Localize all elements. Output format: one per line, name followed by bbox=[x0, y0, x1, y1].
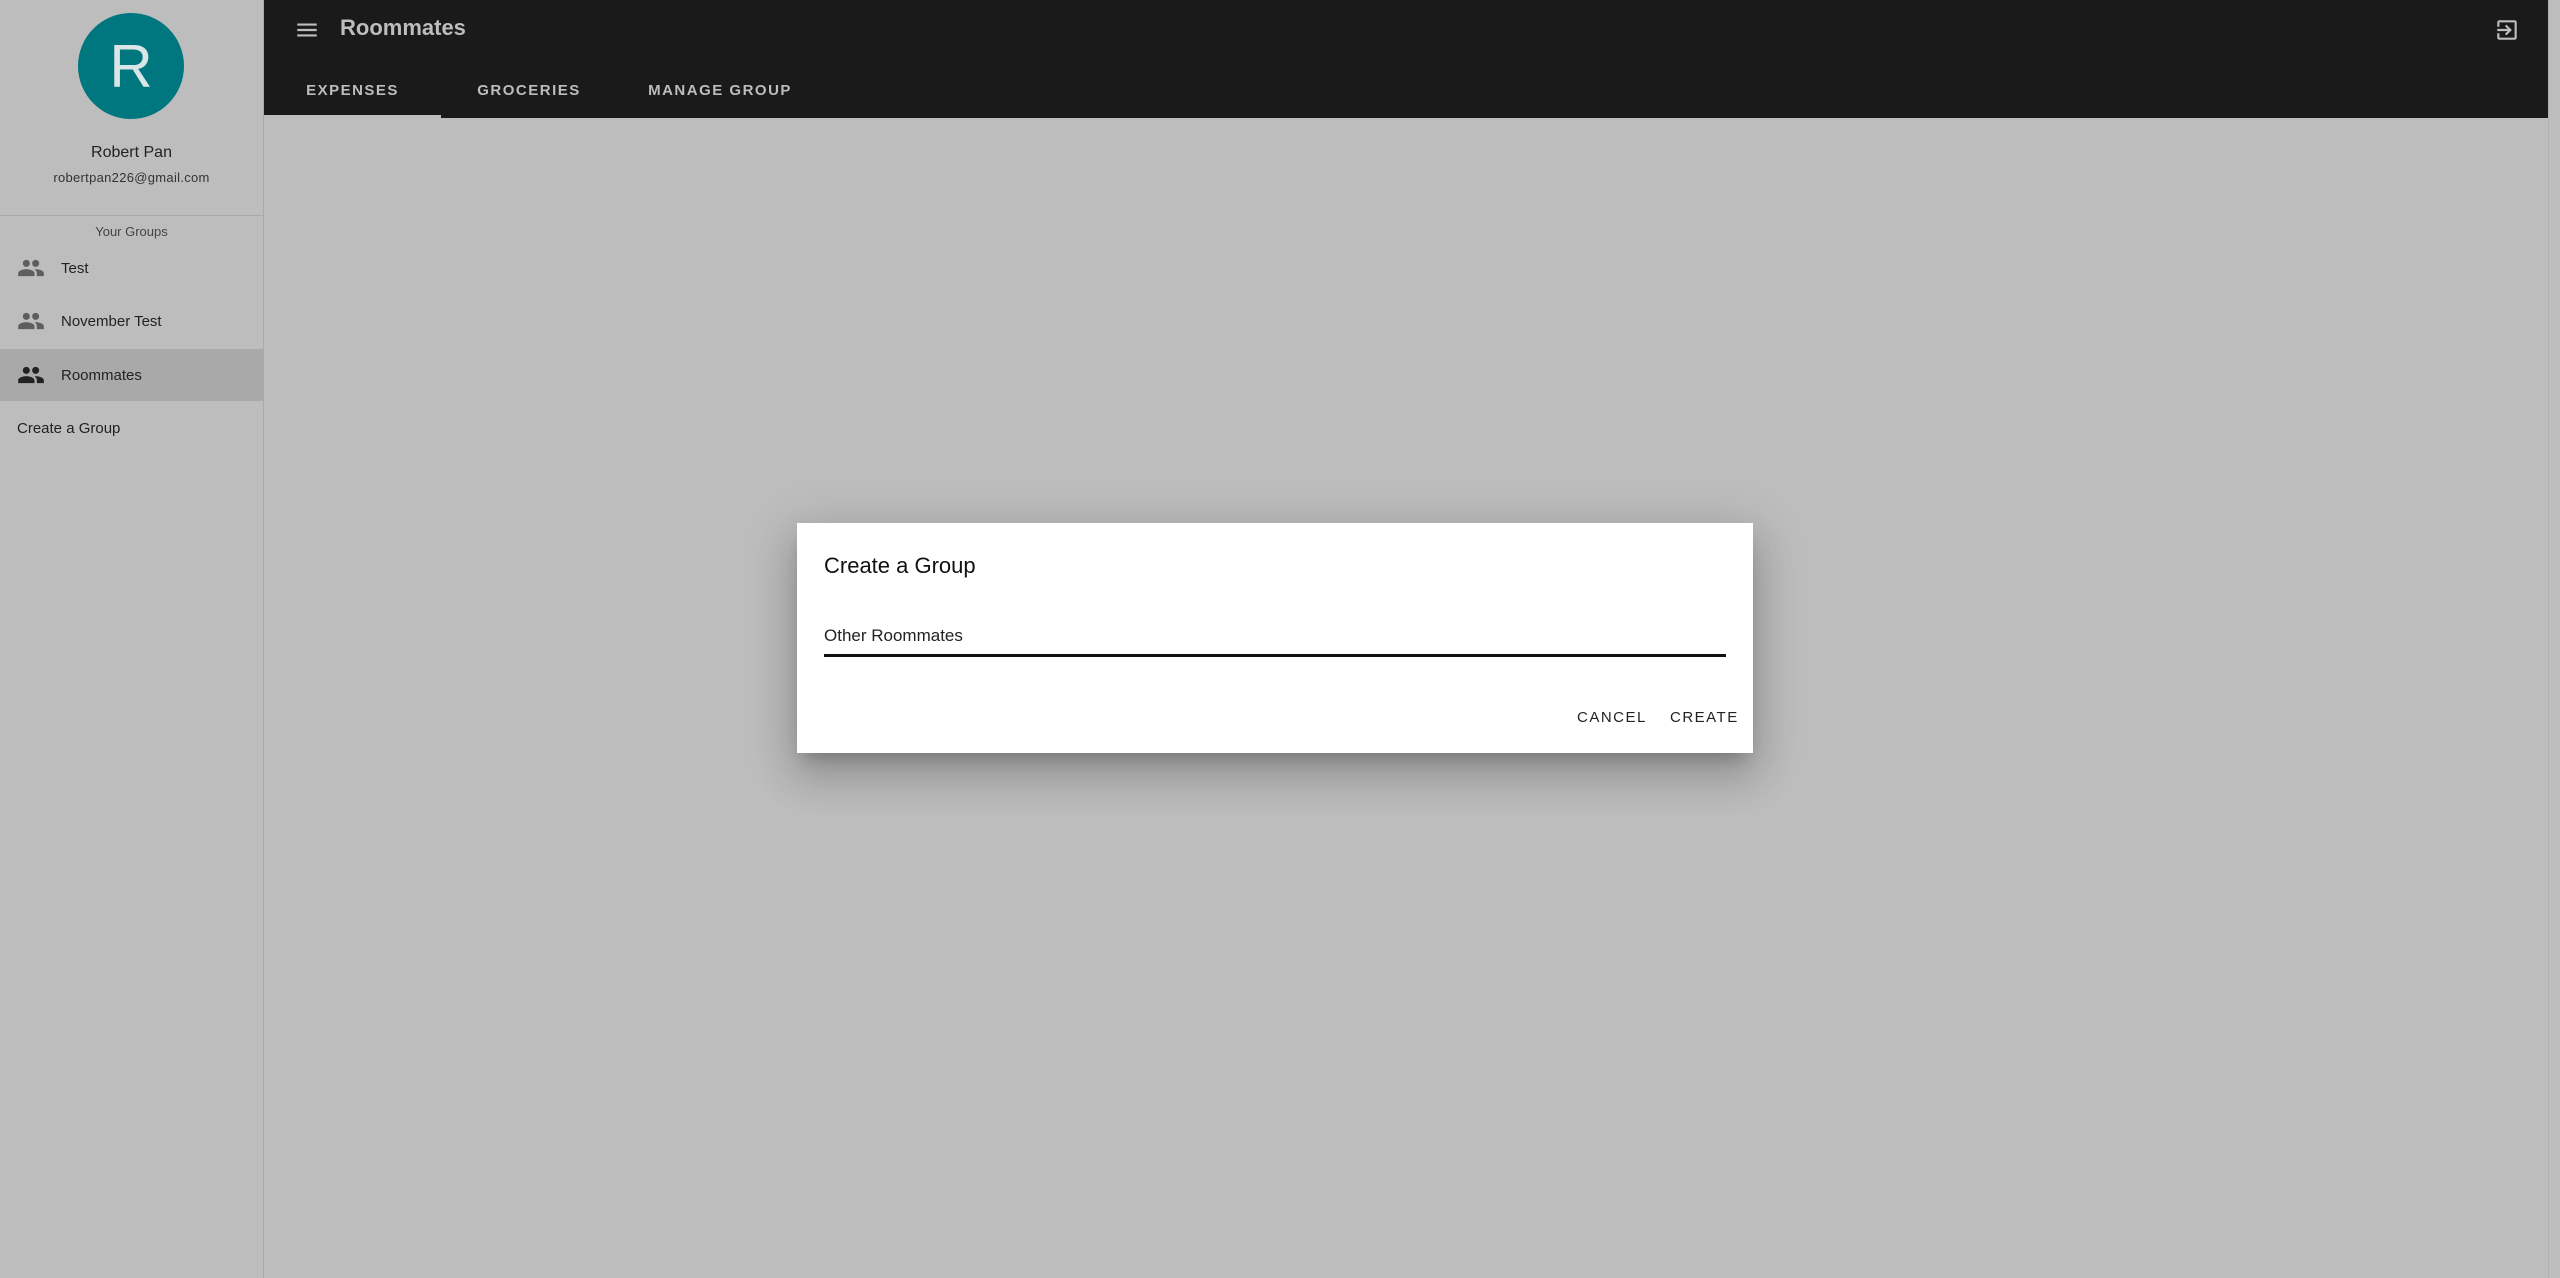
avatar: R bbox=[78, 13, 184, 119]
create-group-dialog: Create a Group CANCEL CREATE bbox=[797, 523, 1753, 753]
people-icon bbox=[17, 307, 45, 335]
exit-to-app-icon[interactable] bbox=[2492, 15, 2522, 45]
group-name-input[interactable] bbox=[824, 617, 1726, 657]
tab-expenses[interactable]: EXPENSES bbox=[264, 62, 441, 118]
create-button[interactable]: CREATE bbox=[1670, 709, 1739, 726]
app-bar: Roommates EXPENSES GROCERIES MANAGE GROU… bbox=[264, 0, 2548, 118]
sidebar-item-test[interactable]: Test bbox=[0, 242, 263, 294]
cancel-button[interactable]: CANCEL bbox=[1577, 709, 1647, 726]
dialog-title: Create a Group bbox=[824, 553, 976, 578]
sidebar-drawer: R Robert Pan robertpan226@gmail.com Your… bbox=[0, 0, 264, 1278]
people-icon bbox=[17, 361, 45, 389]
sidebar-item-label: November Test bbox=[61, 312, 162, 330]
sidebar-divider bbox=[0, 215, 263, 216]
groups-header: Your Groups bbox=[95, 224, 168, 239]
sidebar-item-label: Roommates bbox=[61, 366, 142, 384]
sidebar-item-november-test[interactable]: November Test bbox=[0, 295, 263, 347]
menu-icon[interactable] bbox=[292, 16, 322, 44]
tab-manage-group[interactable]: MANAGE GROUP bbox=[617, 62, 823, 118]
sidebar-item-label: Test bbox=[61, 259, 89, 277]
create-group-link[interactable]: Create a Group bbox=[17, 420, 120, 437]
tab-groceries[interactable]: GROCERIES bbox=[441, 62, 617, 118]
scrollbar[interactable] bbox=[2548, 0, 2560, 1278]
user-email: robertpan226@gmail.com bbox=[53, 170, 210, 185]
people-icon bbox=[17, 254, 45, 282]
user-name: Robert Pan bbox=[91, 144, 172, 161]
app-title: Roommates bbox=[340, 15, 466, 40]
tab-bar: EXPENSES GROCERIES MANAGE GROUP bbox=[264, 62, 823, 118]
sidebar-item-roommates[interactable]: Roommates bbox=[0, 349, 263, 401]
